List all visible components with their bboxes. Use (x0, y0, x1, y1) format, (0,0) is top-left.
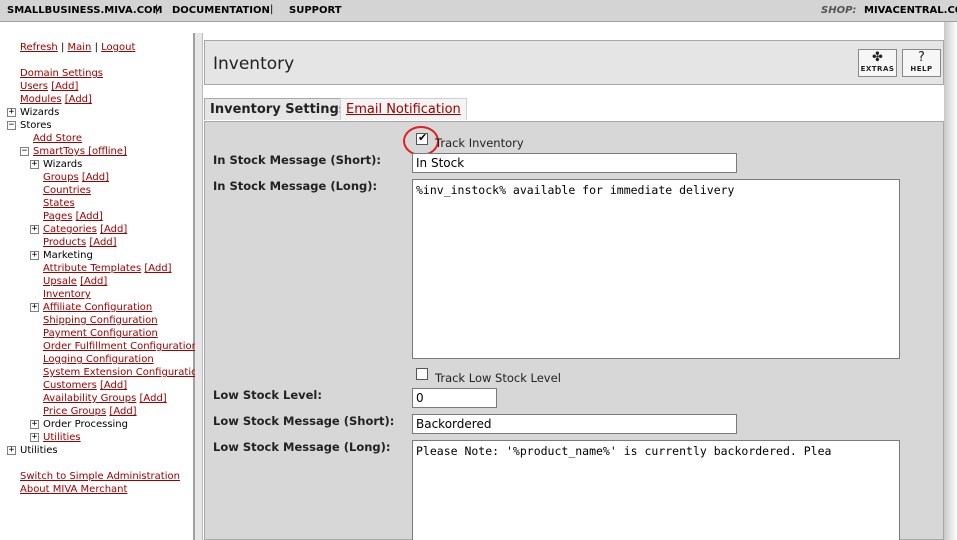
puzzle-icon: ✤ (872, 50, 883, 65)
extras-button[interactable]: ✤ EXTRAS (858, 49, 897, 77)
wizards-label: Wizards (20, 107, 60, 118)
add-store-link[interactable]: Add Store (33, 133, 82, 144)
help-button[interactable]: ? HELP (902, 49, 941, 77)
low-stock-long-textarea[interactable]: Please Note: '%product_name%' is current… (412, 440, 900, 540)
expand-icon[interactable]: + (30, 303, 39, 312)
add-attribute-template-link[interactable]: [Add] (144, 263, 171, 274)
countries-link[interactable]: Countries (43, 185, 91, 196)
inventory-settings-form: Track Inventory In Stock Message (Short)… (204, 121, 944, 540)
help-label: HELP (910, 65, 933, 73)
system-extension-configuration-link[interactable]: System Extension Configuratior (43, 367, 201, 378)
shop-label: SHOP: (821, 5, 857, 16)
categories-link[interactable]: Categories (43, 224, 97, 235)
track-inventory-checkbox[interactable] (416, 131, 428, 145)
marketing-label: Marketing (43, 250, 93, 261)
add-customer-link[interactable]: [Add] (100, 380, 127, 391)
add-user-link[interactable]: [Add] (51, 81, 78, 92)
collapse-icon[interactable]: − (7, 121, 16, 130)
tab-inventory-settings[interactable]: Inventory Settings (204, 98, 353, 120)
main-link[interactable]: Main (68, 42, 92, 53)
main-content: Inventory ✤ EXTRAS ? HELP Inventory Sett… (204, 40, 944, 540)
availability-groups-link[interactable]: Availability Groups (43, 393, 136, 404)
in-stock-short-label: In Stock Message (Short): (213, 153, 381, 167)
low-stock-short-label: Low Stock Message (Short): (213, 414, 395, 428)
separator: | (94, 42, 98, 53)
in-stock-short-input[interactable]: In Stock (412, 153, 737, 173)
upsale-link[interactable]: Upsale (43, 276, 77, 287)
stores-label: Stores (20, 120, 52, 131)
help-icon: ? (918, 50, 925, 65)
shipping-configuration-link[interactable]: Shipping Configuration (43, 315, 158, 326)
expand-icon[interactable]: + (30, 251, 39, 260)
payment-configuration-link[interactable]: Payment Configuration (43, 328, 158, 339)
low-stock-short-input[interactable]: Backordered (412, 414, 737, 434)
add-category-link[interactable]: [Add] (100, 224, 127, 235)
order-fulfillment-configuration-link[interactable]: Order Fulfillment Configuration (43, 341, 198, 352)
add-page-link[interactable]: [Add] (76, 211, 103, 222)
documentation-link[interactable]: DOCUMENTATION (172, 5, 270, 16)
modules-link[interactable]: Modules (20, 94, 62, 105)
in-stock-long-textarea[interactable]: %inv_instock% available for immediate de… (412, 179, 900, 359)
expand-icon[interactable]: + (7, 108, 16, 117)
about-miva-link[interactable]: About MIVA Merchant (20, 484, 127, 495)
store-utilities-link[interactable]: Utilities (43, 432, 81, 443)
order-processing-label: Order Processing (43, 419, 128, 430)
separator: | (60, 42, 65, 53)
attribute-templates-link[interactable]: Attribute Templates (43, 263, 141, 274)
price-groups-link[interactable]: Price Groups (43, 406, 106, 417)
expand-icon[interactable]: + (30, 420, 39, 429)
add-group-link[interactable]: [Add] (82, 172, 109, 183)
switch-simple-admin-link[interactable]: Switch to Simple Administration (20, 471, 180, 482)
title-bar: Inventory ✤ EXTRAS ? HELP (204, 40, 944, 85)
shop-value[interactable]: MIVACENTRAL.CO (864, 5, 957, 16)
low-stock-level-label: Low Stock Level: (213, 388, 322, 402)
low-stock-level-input[interactable]: 0 (412, 388, 497, 408)
store-wizards-label: Wizards (43, 159, 83, 170)
tab-bar: Inventory Settings Email Notification (204, 98, 944, 120)
low-stock-long-label: Low Stock Message (Long): (213, 440, 391, 454)
track-low-stock-label: Track Low Stock Level (435, 371, 561, 385)
refresh-link[interactable]: Refresh (20, 42, 58, 53)
pages-link[interactable]: Pages (43, 211, 72, 222)
collapse-icon[interactable]: − (20, 147, 29, 156)
sidebar-divider[interactable] (195, 33, 203, 540)
expand-icon[interactable]: + (7, 446, 16, 455)
separator: | (155, 4, 159, 15)
add-upsale-link[interactable]: [Add] (80, 276, 107, 287)
affiliate-configuration-link[interactable]: Affiliate Configuration (43, 302, 152, 313)
states-link[interactable]: States (43, 198, 75, 209)
tab-email-notification[interactable]: Email Notification (340, 98, 467, 120)
customers-link[interactable]: Customers (43, 380, 97, 391)
window-edge (944, 22, 957, 540)
add-module-link[interactable]: [Add] (65, 94, 92, 105)
utilities-label: Utilities (20, 445, 58, 456)
store-smarttoys-link[interactable]: SmartToys [offline] (33, 146, 127, 157)
expand-icon[interactable]: + (30, 160, 39, 169)
products-link[interactable]: Products (43, 237, 86, 248)
users-link[interactable]: Users (20, 81, 48, 92)
track-inventory-label: Track Inventory (435, 136, 524, 150)
expand-icon[interactable]: + (30, 225, 39, 234)
in-stock-long-label: In Stock Message (Long): (213, 179, 378, 193)
groups-link[interactable]: Groups (43, 172, 79, 183)
site-link[interactable]: SMALLBUSINESS.MIVA.COM (7, 5, 163, 16)
sidebar: Refresh | Main | Logout Domain Settings … (0, 33, 201, 540)
extras-label: EXTRAS (860, 65, 895, 73)
logging-configuration-link[interactable]: Logging Configuration (43, 354, 154, 365)
page-title: Inventory (213, 54, 295, 74)
top-bar: SMALLBUSINESS.MIVA.COM | DOCUMENTATION |… (0, 0, 957, 22)
expand-icon[interactable]: + (30, 433, 39, 442)
add-product-link[interactable]: [Add] (89, 237, 116, 248)
support-link[interactable]: SUPPORT (289, 5, 342, 16)
add-price-group-link[interactable]: [Add] (109, 406, 136, 417)
separator: | (270, 4, 274, 15)
logout-link[interactable]: Logout (101, 42, 135, 53)
inventory-link[interactable]: Inventory (43, 289, 91, 300)
add-availability-group-link[interactable]: [Add] (140, 393, 167, 404)
track-low-stock-checkbox[interactable] (416, 368, 428, 380)
domain-settings-link[interactable]: Domain Settings (20, 68, 103, 79)
